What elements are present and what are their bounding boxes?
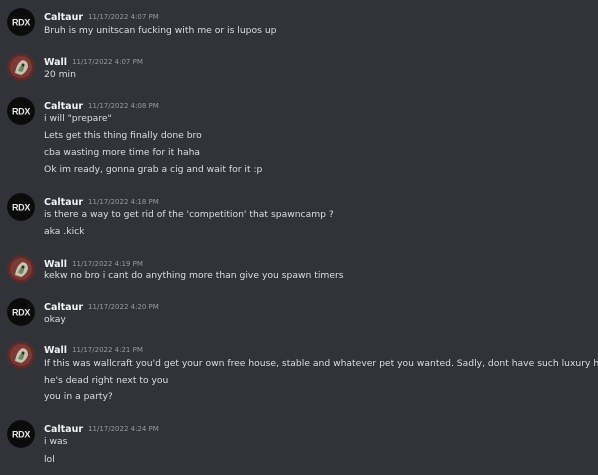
wall-character-avatar (7, 255, 35, 283)
timestamp: 11/17/2022 4:19 PM (72, 260, 143, 268)
message-list: RDX Caltaur 11/17/2022 4:07 PM Bruh is my… (0, 0, 598, 475)
svg-text:RDX: RDX (12, 203, 30, 213)
message-text: he's dead right next to you (44, 375, 169, 386)
username[interactable]: Caltaur (44, 12, 83, 23)
message-text: If this was wallcraft you'd get your own… (44, 358, 598, 369)
username[interactable]: Caltaur (44, 302, 83, 313)
timestamp: 11/17/2022 4:21 PM (72, 346, 143, 354)
timestamp: 11/17/2022 4:07 PM (88, 13, 159, 21)
avatar[interactable]: RDX (7, 420, 35, 448)
username[interactable]: Caltaur (44, 101, 83, 112)
timestamp: 11/17/2022 4:07 PM (72, 58, 143, 66)
timestamp: 11/17/2022 4:24 PM (88, 425, 159, 433)
message-header: Caltaur 11/17/2022 4:20 PM (44, 298, 159, 313)
rdx-logo-avatar: RDX (7, 97, 35, 125)
username[interactable]: Wall (44, 345, 67, 356)
message-text: Lets get this thing finally done bro (44, 130, 202, 141)
avatar[interactable]: RDX (7, 97, 35, 125)
message-text: is there a way to get rid of the 'compet… (44, 209, 334, 220)
wall-character-avatar (7, 53, 35, 81)
message-text: okay (44, 314, 66, 325)
avatar[interactable]: RDX (7, 298, 35, 326)
avatar[interactable]: RDX (7, 8, 35, 36)
message-header: Caltaur 11/17/2022 4:24 PM (44, 420, 159, 435)
message-header: Caltaur 11/17/2022 4:08 PM (44, 97, 159, 112)
message-header: Wall 11/17/2022 4:19 PM (44, 255, 143, 270)
avatar[interactable]: RDX (7, 193, 35, 221)
message-text: kekw no bro i cant do anything more than… (44, 270, 344, 281)
message-text: you in a party? (44, 391, 113, 402)
avatar[interactable] (7, 341, 35, 369)
svg-text:RDX: RDX (12, 18, 30, 28)
message-text: 20 min (44, 69, 76, 80)
message-text: Bruh is my unitscan fucking with me or i… (44, 25, 277, 36)
wall-character-avatar (7, 341, 35, 369)
svg-text:RDX: RDX (12, 430, 30, 440)
message-text: i was (44, 436, 68, 447)
message-header: Wall 11/17/2022 4:21 PM (44, 341, 143, 356)
username[interactable]: Wall (44, 57, 67, 68)
timestamp: 11/17/2022 4:08 PM (88, 102, 159, 110)
message-header: Wall 11/17/2022 4:07 PM (44, 53, 143, 68)
svg-text:RDX: RDX (12, 107, 30, 117)
message-text: Ok im ready, gonna grab a cig and wait f… (44, 164, 263, 175)
message-text: lol (44, 454, 55, 465)
rdx-logo-avatar: RDX (7, 420, 35, 448)
message-text: aka .kick (44, 226, 85, 237)
timestamp: 11/17/2022 4:18 PM (88, 198, 159, 206)
timestamp: 11/17/2022 4:20 PM (88, 303, 159, 311)
rdx-logo-avatar: RDX (7, 8, 35, 36)
rdx-logo-avatar: RDX (7, 298, 35, 326)
message-text: i will "prepare" (44, 113, 112, 124)
avatar[interactable] (7, 255, 35, 283)
username[interactable]: Caltaur (44, 197, 83, 208)
message-text: cba wasting more time for it haha (44, 147, 201, 158)
message-header: Caltaur 11/17/2022 4:18 PM (44, 193, 159, 208)
message-header: Caltaur 11/17/2022 4:07 PM (44, 8, 159, 23)
avatar[interactable] (7, 53, 35, 81)
rdx-logo-avatar: RDX (7, 193, 35, 221)
username[interactable]: Caltaur (44, 424, 83, 435)
svg-text:RDX: RDX (12, 308, 30, 318)
